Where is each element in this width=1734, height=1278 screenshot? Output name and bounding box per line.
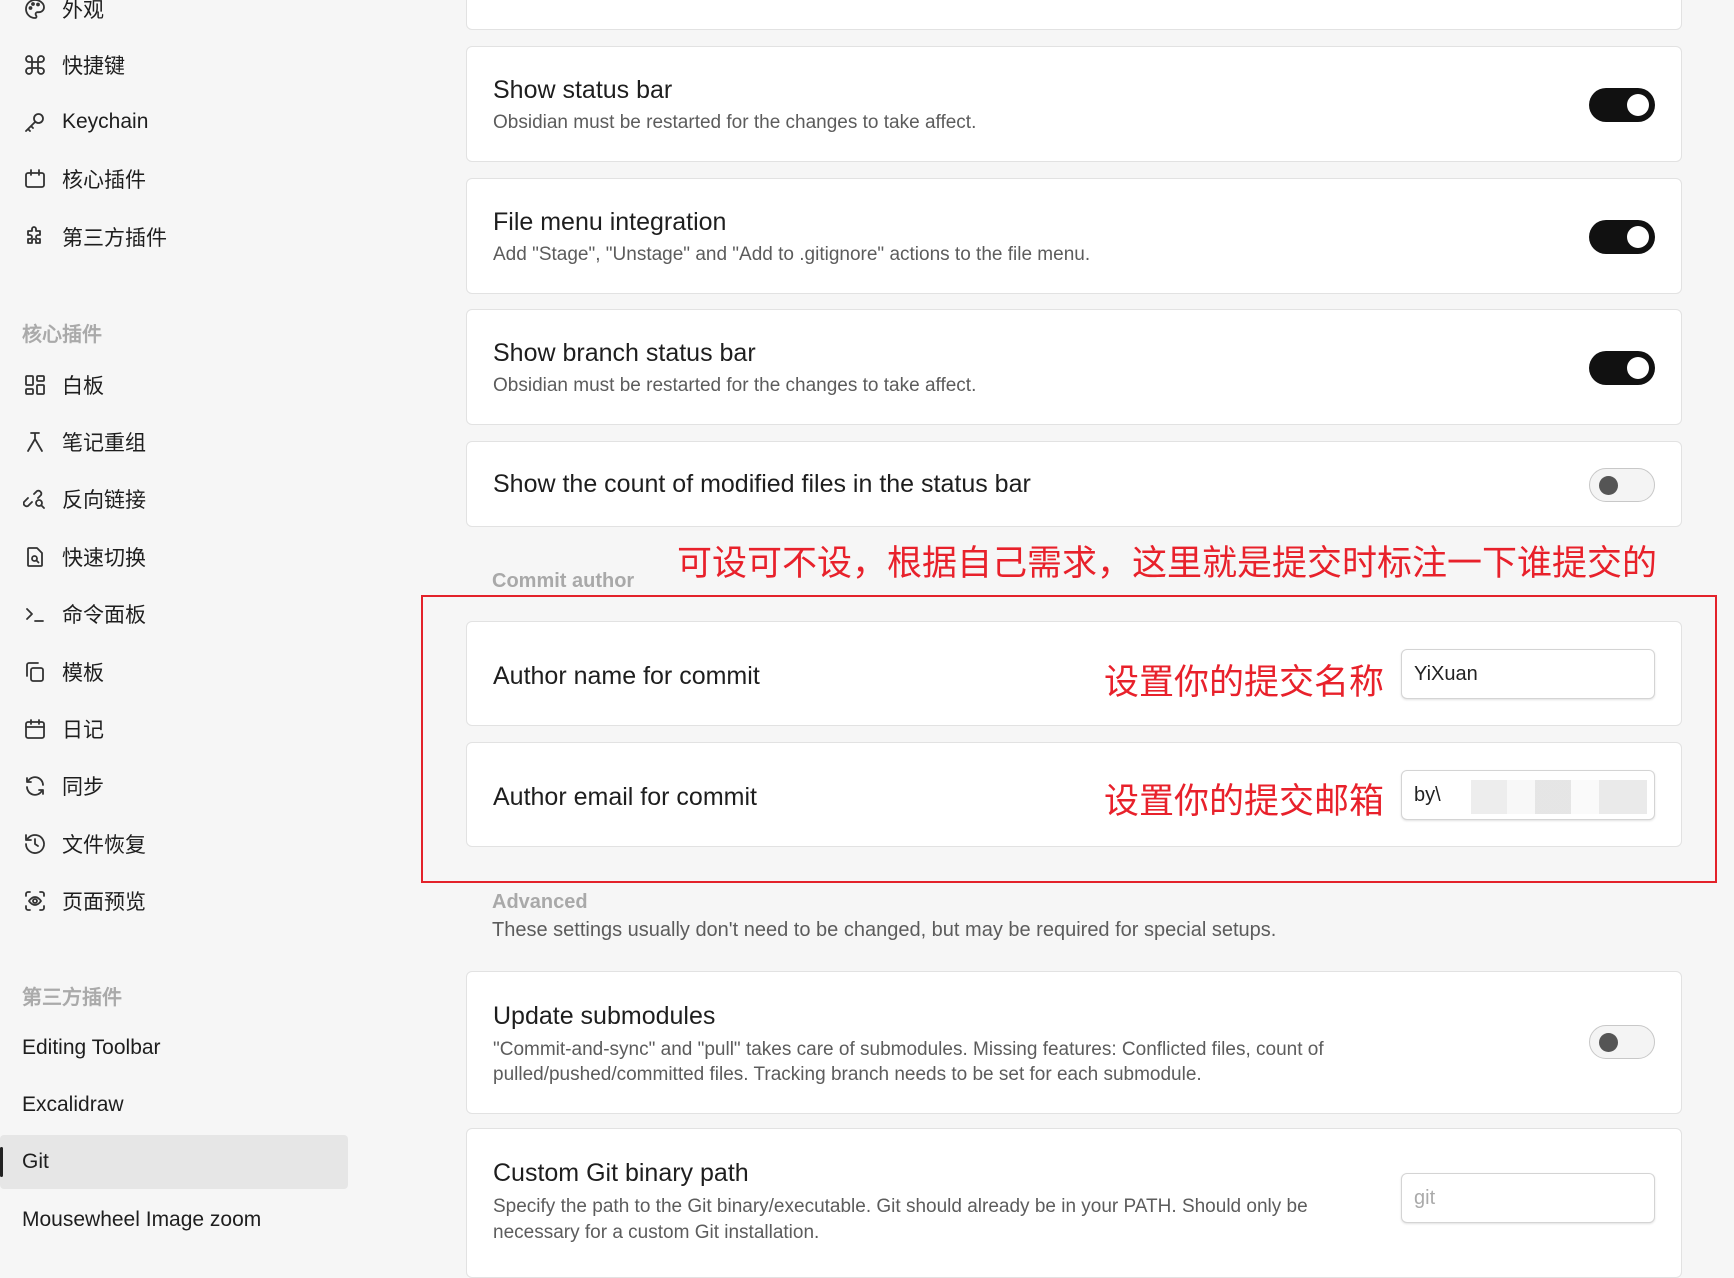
sidebar-item-keychain[interactable]: Keychain: [0, 95, 348, 149]
sidebar-item-command-palette[interactable]: 命令面板: [0, 587, 348, 641]
modified-files-count-toggle[interactable]: [1589, 468, 1655, 502]
annotation-highlight-box: [421, 595, 1717, 883]
sidebar-item-label: 命令面板: [62, 604, 146, 627]
sidebar-item-community-plugins[interactable]: 第三方插件: [0, 210, 348, 264]
sidebar-item-file-recovery[interactable]: 文件恢复: [0, 817, 348, 871]
setting-description-line1: Specify the path to the Git binary/execu…: [493, 1196, 1308, 1217]
refresh-icon: [22, 773, 48, 799]
sidebar-item-sync[interactable]: 同步: [0, 759, 348, 813]
sidebar-item-page-preview[interactable]: 页面预览: [0, 874, 348, 928]
section-header-core-plugins: 核心插件: [22, 324, 102, 346]
sidebar-item-templates[interactable]: 模板: [0, 645, 348, 699]
setting-show-branch-status-bar: Show branch status bar Obsidian must be …: [466, 309, 1682, 425]
terminal-icon: [22, 601, 48, 627]
setting-show-status-bar: Show status bar Obsidian must be restart…: [466, 46, 1682, 162]
sidebar-item-daily-notes[interactable]: 日记: [0, 702, 348, 756]
copy-icon: [22, 659, 48, 685]
sidebar-item-core-plugins[interactable]: 核心插件: [0, 152, 348, 206]
setting-modified-files-count: Show the count of modified files in the …: [466, 441, 1682, 527]
setting-description: Obsidian must be restarted for the chang…: [493, 112, 977, 133]
update-submodules-toggle[interactable]: [1589, 1025, 1655, 1059]
group-description-advanced: These settings usually don't need to be …: [492, 919, 1277, 941]
sidebar-item-label: 笔记重组: [62, 432, 146, 455]
sidebar-item-label: Editing Toolbar: [22, 1036, 161, 1059]
annotation-author-name-note: 设置你的提交名称: [1104, 663, 1385, 703]
layout-dashboard-icon: [22, 372, 48, 398]
palette-icon: [22, 0, 48, 22]
setting-description: Add "Stage", "Unstage" and "Add to .giti…: [493, 244, 1091, 265]
setting-description: Obsidian must be restarted for the chang…: [493, 375, 977, 396]
setting-title: Show status bar: [493, 76, 673, 104]
sidebar-item-excalidraw[interactable]: Excalidraw: [0, 1078, 348, 1132]
settings-sidebar: 外观 快捷键 Keychain 核心插件 第三方插件 核心插件 白板 笔记重组 …: [0, 0, 350, 1253]
custom-git-path-input[interactable]: [1401, 1173, 1655, 1223]
setting-card-partial: [466, 0, 1682, 30]
sidebar-item-label: 同步: [62, 776, 104, 799]
sidebar-item-label: Excalidraw: [22, 1093, 124, 1116]
puzzle-icon: [22, 224, 48, 250]
command-icon: [22, 52, 48, 78]
key-icon: [22, 109, 48, 135]
sidebar-item-quick-switcher[interactable]: 快速切换: [0, 530, 348, 584]
sidebar-item-label: 快捷键: [62, 55, 125, 78]
sidebar-item-git[interactable]: Git: [0, 1135, 348, 1189]
sidebar-item-hotkeys[interactable]: 快捷键: [0, 38, 348, 92]
setting-file-menu-integration: File menu integration Add "Stage", "Unst…: [466, 178, 1682, 294]
sidebar-item-label: Mousewheel Image zoom: [22, 1208, 262, 1231]
sidebar-item-label: 模板: [62, 662, 104, 685]
annotation-author-email-note: 设置你的提交邮箱: [1104, 782, 1385, 822]
sidebar-item-note-composer[interactable]: 笔记重组: [0, 415, 348, 469]
sidebar-item-mousewheel-image-zoom[interactable]: Mousewheel Image zoom: [0, 1193, 348, 1247]
sidebar-item-label: 第三方插件: [62, 227, 167, 250]
setting-title: Update submodules: [493, 1002, 716, 1030]
scan-eye-icon: [22, 888, 48, 914]
setting-title: Show branch status bar: [493, 339, 756, 367]
sidebar-item-label: 核心插件: [62, 169, 146, 192]
section-header-community-plugins: 第三方插件: [22, 987, 122, 1009]
show-status-bar-toggle[interactable]: [1589, 88, 1655, 122]
setting-custom-git-binary-path: Custom Git binary path Specify the path …: [466, 1128, 1682, 1278]
sidebar-item-label: Git: [22, 1150, 49, 1173]
setting-update-submodules: Update submodules "Commit-and-sync" and …: [466, 971, 1682, 1114]
sidebar-item-label: 外观: [62, 0, 104, 22]
sidebar-item-label: Keychain: [62, 110, 149, 133]
setting-description-line2: pulled/pushed/committed files. Tracking …: [493, 1064, 1202, 1085]
history-icon: [22, 831, 48, 857]
sidebar-item-appearance[interactable]: 外观: [0, 0, 348, 36]
plug-icon: [22, 166, 48, 192]
setting-title: Custom Git binary path: [493, 1159, 749, 1187]
file-menu-integration-toggle[interactable]: [1589, 220, 1655, 254]
sidebar-item-backlinks[interactable]: 反向链接: [0, 472, 348, 526]
sidebar-item-label: 日记: [62, 719, 104, 742]
sidebar-item-label: 快速切换: [62, 547, 146, 570]
link-search-icon: [22, 486, 48, 512]
setting-description-line2: necessary for a custom Git installation.: [493, 1222, 820, 1243]
group-label-commit-author: Commit author: [492, 570, 635, 592]
sidebar-item-label: 页面预览: [62, 891, 146, 914]
file-search-icon: [22, 544, 48, 570]
calendar-icon: [22, 716, 48, 742]
setting-title: Show the count of modified files in the …: [493, 470, 1031, 498]
annotation-commit-author-note: 可设可不设，根据自己需求，这里就是提交时标注一下谁提交的: [677, 544, 1658, 584]
sidebar-item-label: 反向链接: [62, 489, 146, 512]
show-branch-status-bar-toggle[interactable]: [1589, 351, 1655, 385]
group-label-advanced: Advanced: [492, 891, 588, 913]
sidebar-item-label: 白板: [62, 375, 104, 398]
sidebar-item-label: 文件恢复: [62, 834, 146, 857]
setting-title: File menu integration: [493, 208, 727, 236]
setting-description-line1: "Commit-and-sync" and "pull" takes care …: [493, 1039, 1324, 1060]
sidebar-item-editing-toolbar[interactable]: Editing Toolbar: [0, 1021, 348, 1075]
sidebar-item-canvas[interactable]: 白板: [0, 358, 348, 412]
merge-icon: [22, 429, 48, 455]
